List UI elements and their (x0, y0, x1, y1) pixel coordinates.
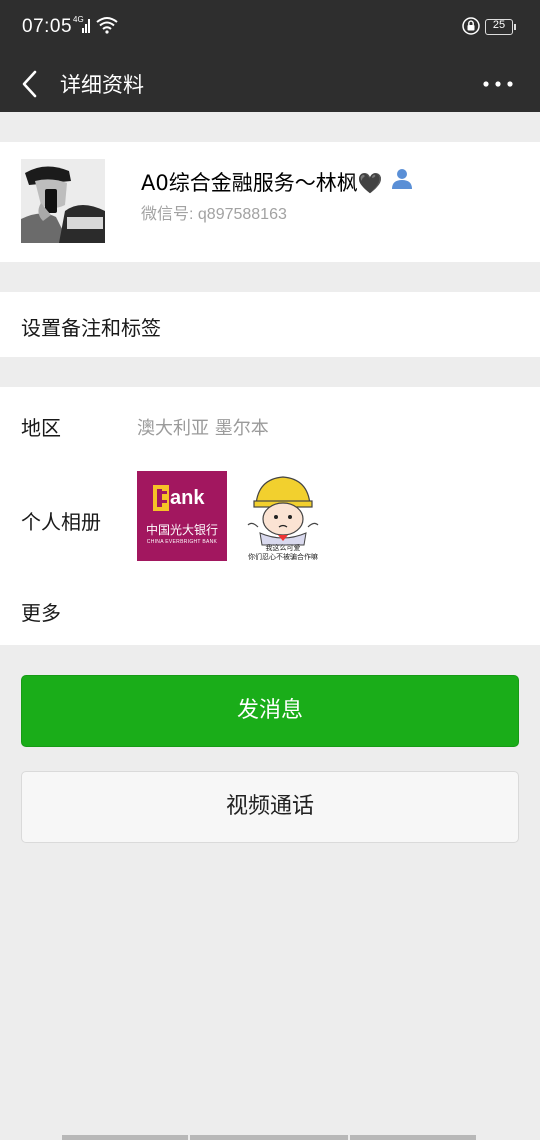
chevron-left-icon (22, 70, 37, 98)
send-message-button[interactable]: 发消息 (21, 675, 519, 747)
profile-card[interactable]: A0综合金融服务～林枫🖤 微信号: q897588163 (0, 142, 540, 262)
nav-bar: 详细资料 (0, 56, 540, 112)
status-time: 07:05 (22, 16, 73, 37)
more-button[interactable] (476, 68, 520, 100)
more-label: 更多 (21, 601, 61, 625)
contact-name-text: A0综合金融服务～林枫 (141, 171, 358, 195)
status-bar: 07:05 4G 25 (0, 0, 540, 56)
signal-icon: 4G (73, 15, 91, 34)
page-title: 详细资料 (60, 73, 144, 97)
wifi-icon (96, 17, 118, 34)
set-remark-row[interactable]: 设置备注和标签 (0, 292, 540, 357)
contact-name: A0综合金融服务～林枫🖤 (141, 167, 383, 197)
gesture-bar-segment (350, 1135, 476, 1140)
person-icon (390, 166, 414, 190)
region-value: 澳大利亚 墨尔本 (137, 418, 269, 439)
album-photo-bank[interactable]: ank 中国光大银行 CHINA EVERBRIGHT BANK (137, 471, 227, 561)
gesture-bar-segment (190, 1135, 348, 1140)
album-label: 个人相册 (21, 510, 101, 534)
album-photo-meme[interactable]: 我这么可爱 你们忍心不被骗合作嘛 (238, 471, 328, 561)
avatar[interactable] (21, 159, 105, 243)
wechat-id: 微信号: q897588163 (141, 206, 287, 223)
bank-logo-text: ank (170, 487, 205, 509)
battery-level: 25 (492, 19, 506, 31)
lock-icon (462, 17, 480, 35)
details-card: 地区 澳大利亚 墨尔本 个人相册 ank 中国光大银行 CHINA EVERBR… (0, 387, 540, 645)
region-label: 地区 (21, 416, 61, 440)
more-dots-icon (483, 81, 513, 87)
set-remark-label: 设置备注和标签 (21, 316, 161, 340)
bank-name-en: CHINA EVERBRIGHT BANK (146, 539, 218, 545)
battery-icon: 25 (485, 19, 516, 35)
gesture-bar-segment (62, 1135, 188, 1140)
heart-emoji: 🖤 (357, 171, 383, 195)
back-button[interactable] (14, 64, 50, 104)
bank-name: 中国光大银行 (145, 523, 218, 537)
meme-caption-2: 你们忍心不被骗合作嘛 (248, 553, 318, 561)
video-call-button[interactable]: 视频通话 (21, 771, 519, 843)
